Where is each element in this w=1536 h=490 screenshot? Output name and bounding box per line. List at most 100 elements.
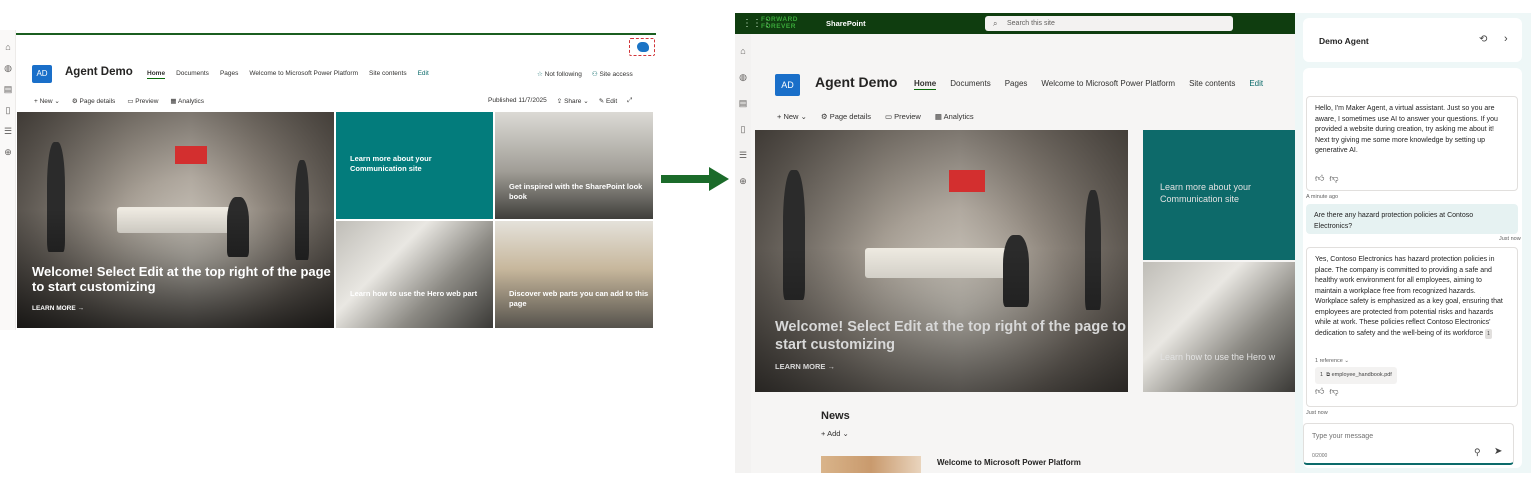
character-counter: 0/2000: [1312, 453, 1328, 459]
nav-power-platform[interactable]: Welcome to Microsoft Power Platform: [1041, 79, 1175, 90]
tile-label: Learn more about your Communication site: [350, 154, 432, 173]
tile-background: [336, 221, 493, 328]
reference-count: 1 reference: [1315, 358, 1343, 364]
top-divider: [14, 33, 656, 35]
preview-icon: ▭: [127, 98, 134, 105]
nav-pages[interactable]: Pages: [220, 70, 238, 79]
nav-home[interactable]: Home: [914, 79, 937, 90]
site-logo[interactable]: AD: [775, 74, 800, 96]
expand-icon[interactable]: ⤢: [627, 97, 632, 105]
chevron-right-icon[interactable]: ›: [1504, 33, 1508, 45]
home-icon[interactable]: ⌂: [738, 46, 748, 56]
nav-site-contents[interactable]: Site contents: [369, 70, 407, 79]
people-icon: ⚇: [591, 71, 598, 78]
gear-icon: ⚙: [71, 98, 78, 105]
site-nav: Home Documents Pages Welcome to Microsof…: [147, 70, 429, 79]
hero-tile-webparts[interactable]: Discover web parts you can add to this p…: [495, 221, 653, 328]
agent-message-text: Hello, I'm Maker Agent, a virtual assist…: [1315, 105, 1498, 154]
feedback-icons[interactable]: 👍︎👎︎: [1315, 386, 1344, 397]
news-item-title[interactable]: Welcome to Microsoft Power Platform: [937, 458, 1081, 467]
site-access-button[interactable]: ⚇ Site access: [592, 70, 633, 78]
globe-icon[interactable]: ◍: [738, 72, 748, 82]
preview-button[interactable]: ▭ Preview: [127, 97, 158, 105]
user-message-text: Are there any hazard protection policies…: [1314, 212, 1474, 230]
message-timestamp: Just now: [1499, 236, 1521, 242]
attach-icon[interactable]: ⚲: [1474, 447, 1481, 458]
nav-edit-link[interactable]: Edit: [418, 70, 429, 79]
right-app-rail: ⌂ ◍ ▤ ▯ ☰ ⊕: [735, 34, 751, 473]
hero-tile-hero-webpart[interactable]: Learn how to use the Hero web part: [336, 221, 493, 328]
reference-toggle[interactable]: 1 reference ⌄: [1315, 356, 1349, 367]
hero-tile-communication[interactable]: Learn more about your Communication site: [1143, 130, 1295, 260]
home-icon[interactable]: ⌂: [3, 42, 13, 52]
file-icon[interactable]: ▯: [738, 124, 748, 134]
list-icon[interactable]: ☰: [3, 126, 13, 136]
right-sharepoint-screenshot: ⋮⋮⋮ FORWARD FOREVER SharePoint ⌕ Search …: [735, 13, 1531, 473]
suite-bar: ⋮⋮⋮ FORWARD FOREVER SharePoint ⌕ Search …: [735, 13, 1295, 34]
nav-site-contents[interactable]: Site contents: [1189, 79, 1235, 90]
not-following-button[interactable]: ☆ Not following: [537, 70, 582, 78]
copilot-icon: [637, 42, 649, 52]
history-icon[interactable]: ⟲: [1479, 34, 1487, 45]
nav-power-platform[interactable]: Welcome to Microsoft Power Platform: [249, 70, 358, 79]
nav-home[interactable]: Home: [147, 70, 166, 79]
copilot-button[interactable]: [629, 38, 655, 56]
add-icon[interactable]: ⊕: [738, 176, 748, 186]
agent-chat-panel: Demo Agent ⟲ › Hello, I'm Maker Agent, a…: [1295, 13, 1531, 473]
hero-tile-lookbook[interactable]: Get inspired with the SharePoint look bo…: [495, 112, 653, 219]
news-thumbnail[interactable]: [821, 456, 921, 473]
analytics-button[interactable]: ▦ Analytics: [935, 112, 974, 121]
left-sharepoint-screenshot: ⌂ ◍ ▤ ▯ ☰ ⊕ AD Agent Demo Home Documents…: [0, 30, 660, 330]
preview-button[interactable]: ▭ Preview: [885, 112, 921, 121]
left-app-rail: ⌂ ◍ ▤ ▯ ☰ ⊕: [0, 30, 16, 330]
page-details-button[interactable]: ⚙ Page details: [72, 97, 115, 105]
share-button[interactable]: ⇪ Share ⌄: [557, 97, 589, 105]
message-timestamp: Just now: [1306, 410, 1328, 416]
list-icon[interactable]: ☰: [738, 150, 748, 160]
preview-label: Preview: [894, 112, 921, 121]
add-icon[interactable]: ⊕: [3, 147, 13, 157]
file-icon[interactable]: ▯: [3, 105, 13, 115]
star-icon: ☆: [537, 71, 543, 78]
edit-button[interactable]: ✎ Edit: [599, 97, 617, 105]
hero-learn-more-link[interactable]: LEARN MORE →: [775, 362, 835, 371]
site-title[interactable]: Agent Demo: [815, 74, 897, 90]
new-button[interactable]: + New ⌄: [777, 112, 807, 121]
hero-learn-more-link[interactable]: LEARN MORE →: [32, 305, 84, 312]
news-add-button[interactable]: + Add ⌄: [821, 429, 849, 438]
hero-main-tile[interactable]: Welcome! Select Edit at the top right of…: [755, 130, 1128, 392]
new-label: New: [783, 112, 799, 121]
nav-pages[interactable]: Pages: [1005, 79, 1028, 90]
site-logo[interactable]: AD: [32, 65, 52, 83]
hero-tile-hero-webpart[interactable]: Learn how to use the Hero w: [1143, 262, 1295, 392]
search-box[interactable]: ⌕ Search this site: [985, 16, 1233, 31]
nav-edit-link[interactable]: Edit: [1249, 79, 1263, 90]
new-button[interactable]: + New ⌄: [34, 97, 60, 105]
message-input[interactable]: Type your message 0/2000 ⚲ ➤: [1303, 423, 1514, 465]
reference-chip[interactable]: 1 ⧉ employee_handbook.pdf: [1315, 367, 1397, 384]
comparison-stage: ⌂ ◍ ▤ ▯ ☰ ⊕ AD Agent Demo Home Documents…: [0, 0, 1536, 490]
nav-documents[interactable]: Documents: [950, 79, 990, 90]
hero-main-tile[interactable]: Welcome! Select Edit at the top right of…: [17, 112, 334, 328]
app-name[interactable]: SharePoint: [826, 19, 866, 28]
news-icon[interactable]: ▤: [3, 84, 13, 94]
analytics-button[interactable]: ▦ Analytics: [170, 97, 204, 105]
nav-documents[interactable]: Documents: [176, 70, 209, 79]
reference-index: 1: [1320, 372, 1324, 378]
tile-background: [1143, 262, 1295, 392]
tile-label: Learn how to use the Hero w: [1160, 352, 1276, 362]
site-access-label: Site access: [599, 71, 633, 78]
transition-arrow-icon: [661, 167, 729, 191]
hero-tile-communication[interactable]: Learn more about your Communication site: [336, 112, 493, 219]
news-heading: News: [821, 410, 850, 422]
tile-label: Learn how to use the Hero web part: [350, 289, 478, 298]
site-title[interactable]: Agent Demo: [65, 66, 133, 78]
news-icon[interactable]: ▤: [738, 98, 748, 108]
send-icon[interactable]: ➤: [1494, 446, 1502, 457]
gear-icon: ⚙: [820, 112, 828, 121]
globe-icon[interactable]: ◍: [3, 63, 13, 73]
citation-marker[interactable]: 1: [1485, 328, 1492, 339]
page-details-button[interactable]: ⚙ Page details: [821, 112, 871, 121]
sharepoint-page: AD Agent Demo Home Documents Pages Welco…: [751, 34, 1295, 473]
feedback-icons[interactable]: 👍︎👎︎: [1315, 173, 1344, 184]
